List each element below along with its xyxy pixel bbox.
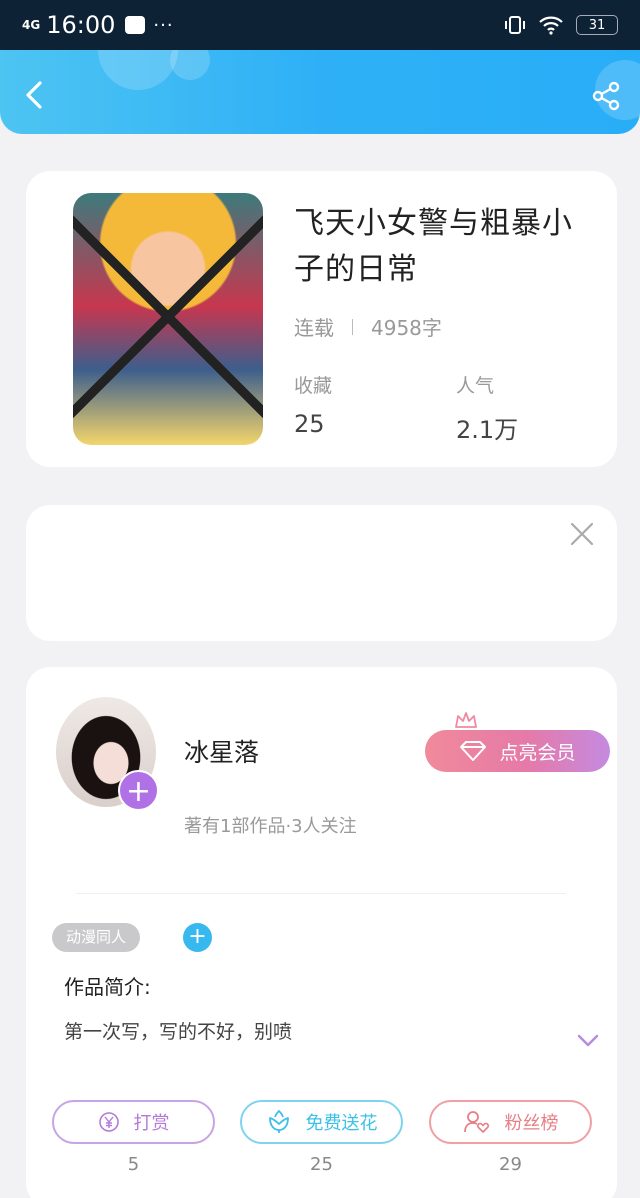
meta-divider <box>352 318 353 335</box>
action-label: 免费送花 <box>305 1113 378 1134</box>
battery-indicator: 31 <box>576 15 618 35</box>
action-label: 打赏 <box>133 1113 170 1134</box>
author-subtitle: 著有1部作品·3人关注 <box>184 816 357 837</box>
stat-value: 25 <box>294 410 325 438</box>
status-bar: 4G 16:00 ··· 31 <box>0 0 640 50</box>
top-nav-bar <box>0 50 640 134</box>
genre-tag[interactable]: 动漫同人 <box>52 923 141 952</box>
book-cover-image[interactable] <box>73 193 263 445</box>
message-icon <box>125 16 146 34</box>
fans-icon <box>463 1111 489 1133</box>
wifi-icon <box>539 16 563 35</box>
fans-count: 29 <box>499 1154 522 1175</box>
diamond-icon <box>460 741 487 761</box>
yen-coin-icon <box>98 1112 119 1132</box>
book-status: 连载 <box>294 316 334 340</box>
tip-count: 5 <box>127 1154 140 1175</box>
send-flower-button[interactable]: 免费送花 <box>240 1100 403 1144</box>
book-meta: 连载 4958字 <box>294 312 442 341</box>
decorative-bubble <box>170 50 210 80</box>
intro-text: 第一次写，写的不好，别喷 <box>64 1021 293 1043</box>
fans-ranking-button[interactable]: 粉丝榜 <box>429 1100 592 1144</box>
network-indicator: 4G <box>22 18 41 32</box>
flower-icon <box>268 1110 289 1133</box>
stat-label: 收藏 <box>294 375 333 397</box>
intro-title: 作品简介: <box>64 975 151 999</box>
author-name[interactable]: 冰星落 <box>184 733 259 769</box>
author-card: + 冰星落 著有1部作品·3人关注 点亮会员 动漫同人 + 作品简介: 第一次写… <box>26 667 617 1198</box>
tip-button[interactable]: 打赏 <box>52 1100 215 1144</box>
stat-value: 2.1万 <box>456 416 519 444</box>
flower-count: 25 <box>310 1154 333 1175</box>
divider <box>76 893 566 894</box>
back-icon[interactable] <box>20 80 50 110</box>
vip-label: 点亮会员 <box>499 741 576 764</box>
book-info-card: 飞天小女警与粗暴小子的日常 连载 4958字 收藏 25 人气 2.1万 <box>26 171 617 467</box>
vibrate-icon <box>505 16 525 34</box>
stat-label: 人气 <box>456 375 495 397</box>
follow-author-button[interactable]: + <box>118 770 159 811</box>
decorative-bubble <box>98 50 178 90</box>
book-word-count: 4958字 <box>371 316 442 340</box>
more-notifications-icon: ··· <box>153 14 174 36</box>
action-label: 粉丝榜 <box>504 1113 559 1134</box>
clock: 16:00 <box>46 11 116 39</box>
crown-icon <box>455 712 477 728</box>
close-icon[interactable] <box>569 521 595 547</box>
share-icon[interactable] <box>590 80 622 112</box>
book-title: 飞天小女警与粗暴小子的日常 <box>294 206 573 287</box>
activate-vip-button[interactable]: 点亮会员 <box>425 730 610 772</box>
chevron-down-icon[interactable] <box>577 1034 599 1048</box>
add-tag-button[interactable]: + <box>183 923 212 952</box>
stat-popularity: 人气 2.1万 <box>456 371 518 445</box>
ad-banner-card <box>26 505 617 641</box>
stat-favorites: 收藏 25 <box>294 371 332 438</box>
